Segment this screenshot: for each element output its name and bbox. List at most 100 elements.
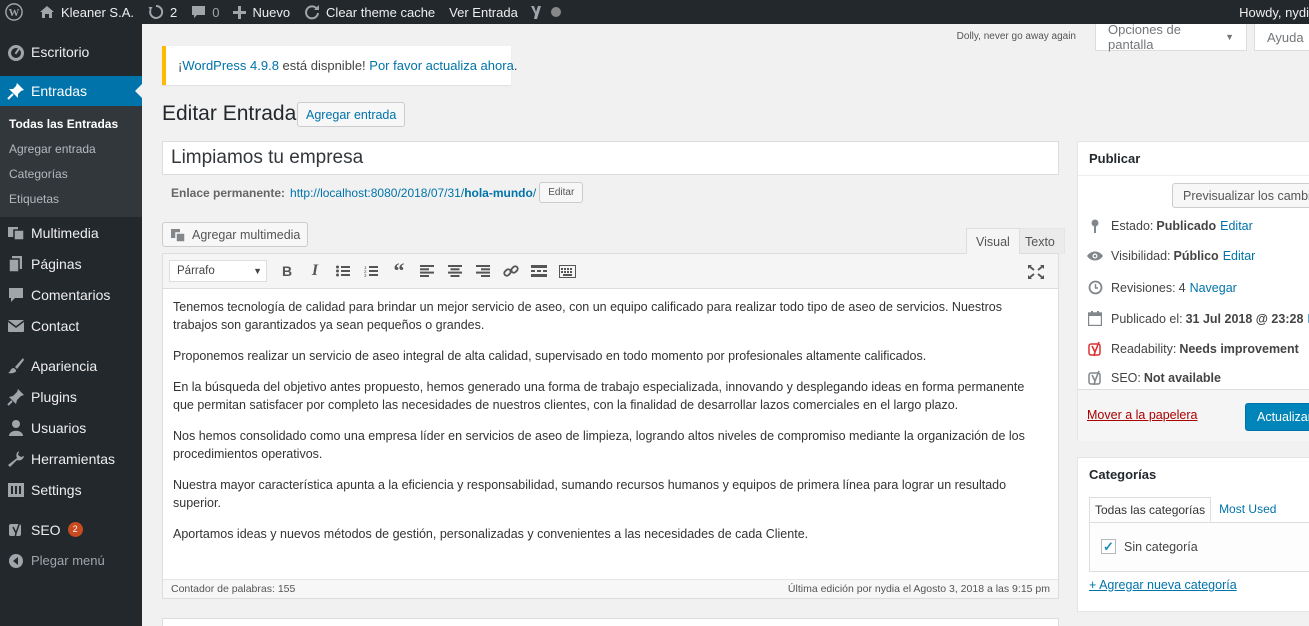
align-right-icon <box>476 265 490 277</box>
admin-bar: W Kleaner S.A. 2 0 Nuevo Clear theme cac… <box>0 0 1309 24</box>
new-content-link[interactable]: Nuevo <box>226 0 297 24</box>
wordpress-version-link[interactable]: WordPress 4.9.8 <box>182 58 279 73</box>
insert-link-button[interactable] <box>497 257 525 285</box>
edit-visibility-link[interactable]: Editar <box>1223 249 1256 263</box>
content-paragraph: Tenemos tecnología de calidad para brind… <box>173 300 1002 332</box>
wordpress-logo-button[interactable]: W <box>0 0 32 24</box>
update-now-link[interactable]: Por favor actualiza ahora <box>369 58 514 73</box>
mail-icon <box>6 316 26 336</box>
content-paragraph: Nos hemos consolidado como una empresa l… <box>173 429 1025 461</box>
preview-changes-button[interactable]: Previsualizar los cambios <box>1172 183 1309 208</box>
bullet-list-button[interactable] <box>329 257 357 285</box>
sidebar-item-seo[interactable]: SEO 2 <box>0 514 142 545</box>
page-icon <box>6 254 26 274</box>
clear-cache-link[interactable]: Clear theme cache <box>297 0 442 24</box>
sidebar-item-settings[interactable]: Settings <box>0 474 142 505</box>
blockquote-button[interactable]: “ <box>385 257 413 285</box>
submenu-tags[interactable]: Etiquetas <box>0 187 142 212</box>
tab-most-used[interactable]: Most Used <box>1211 497 1281 522</box>
published-label: Publicado el: <box>1111 311 1183 326</box>
permalink-link[interactable]: http://localhost:8080/2018/07/31/hola-mu… <box>290 186 536 200</box>
screen-options-label: Opciones de pantalla <box>1108 22 1181 52</box>
sidebar-item-contact[interactable]: Contact <box>0 310 142 341</box>
svg-text:3: 3 <box>364 273 367 277</box>
hello-dolly-lyric: Dolly, never go away again <box>956 31 1076 42</box>
category-name: Sin categoría <box>1124 539 1198 554</box>
collapse-menu-button[interactable]: Plegar menú <box>0 545 142 576</box>
align-center-button[interactable] <box>441 257 469 285</box>
submenu-add-post[interactable]: Agregar entrada <box>0 137 142 162</box>
sidebar-item-comments[interactable]: Comentarios <box>0 279 142 310</box>
toolbar-toggle-button[interactable] <box>553 257 581 285</box>
tab-visual[interactable]: Visual <box>966 228 1020 254</box>
sidebar-item-label: Comentarios <box>31 286 111 303</box>
help-label: Ayuda <box>1267 29 1304 45</box>
permalink-row: Enlace permanente: http://localhost:8080… <box>171 182 584 203</box>
sidebar-item-label: Páginas <box>31 255 82 272</box>
browse-revisions-link[interactable]: Navegar <box>1190 281 1237 295</box>
calendar-icon <box>1086 311 1104 326</box>
read-more-button[interactable] <box>525 257 553 285</box>
move-to-trash-link[interactable]: Mover a la papelera <box>1087 408 1197 422</box>
seo-score-indicator[interactable] <box>547 0 565 24</box>
add-media-button[interactable]: Agregar multimedia <box>162 222 309 247</box>
seo-row: SEO: Not available <box>1086 370 1221 386</box>
readability-row: Readability: Needs improvement <box>1086 341 1299 357</box>
edit-permalink-button[interactable]: Editar <box>539 182 584 203</box>
help-button[interactable]: Ayuda ▼ <box>1254 24 1309 51</box>
post-title-input[interactable]: Limpiamos tu empresa <box>162 141 1059 175</box>
sidebar-item-pages[interactable]: Páginas <box>0 248 142 279</box>
tab-text[interactable]: Texto <box>1015 228 1065 254</box>
distraction-free-button[interactable] <box>1022 258 1050 286</box>
add-new-category-link[interactable]: + Agregar nueva categoría <box>1089 578 1237 592</box>
editor-content[interactable]: Tenemos tecnología de calidad para brind… <box>163 289 1058 543</box>
yoast-icon <box>6 520 26 540</box>
sidebar-item-tools[interactable]: Herramientas <box>0 443 142 474</box>
align-center-icon <box>448 265 462 277</box>
sidebar-item-appearance[interactable]: Apariencia <box>0 350 142 381</box>
update-button[interactable]: Actualizar <box>1245 403 1309 431</box>
align-right-button[interactable] <box>469 257 497 285</box>
publish-actions: Mover a la papelera Actualizar <box>1078 389 1309 441</box>
add-new-post-button[interactable]: Agregar entrada <box>297 102 406 127</box>
sidebar-item-dashboard[interactable]: Escritorio <box>0 36 142 67</box>
sidebar-item-label: Settings <box>31 481 82 498</box>
yoast-menu[interactable] <box>525 0 547 24</box>
seo-notification-badge: 2 <box>67 522 83 537</box>
settings-icon <box>6 480 26 500</box>
category-checkbox[interactable]: ✓ <box>1101 539 1116 554</box>
post-editor: Párrafo ▼ B I 123 “ Tenemos tecnología d… <box>162 253 1059 599</box>
submenu-all-posts[interactable]: Todas las Entradas <box>0 112 142 137</box>
sidebar-item-media[interactable]: Multimedia <box>0 217 142 248</box>
comment-icon <box>6 285 26 305</box>
screen-options-button[interactable]: Opciones de pantalla ▼ <box>1095 22 1247 52</box>
comments-link[interactable]: 0 <box>184 0 226 24</box>
publish-box: Publicar Previsualizar los cambios Estad… <box>1077 141 1309 441</box>
user-account-menu[interactable]: Howdy, nydi <box>1232 0 1309 24</box>
sidebar-item-users[interactable]: Usuarios <box>0 412 142 443</box>
permalink-base: http://localhost:8080/2018/07/31/ <box>290 185 465 200</box>
category-item[interactable]: ✓ Sin categoría <box>1101 539 1198 554</box>
format-select[interactable]: Párrafo ▼ <box>169 260 267 282</box>
media-icon <box>170 227 186 243</box>
submenu-categories[interactable]: Categorías <box>0 162 142 187</box>
edit-status-link[interactable]: Editar <box>1220 219 1253 233</box>
site-name-link[interactable]: Kleaner S.A. <box>32 0 141 24</box>
svg-text:W: W <box>9 7 20 19</box>
history-icon <box>1086 280 1104 295</box>
numbered-list-button[interactable]: 123 <box>357 257 385 285</box>
align-left-button[interactable] <box>413 257 441 285</box>
updates-link[interactable]: 2 <box>141 0 184 24</box>
eye-icon <box>1086 251 1104 261</box>
clear-cache-label: Clear theme cache <box>326 4 436 20</box>
page-title: Editar Entrada <box>162 102 297 125</box>
bold-icon: B <box>281 263 293 279</box>
tab-all-categories[interactable]: Todas las categorías <box>1089 497 1212 522</box>
bold-button[interactable]: B <box>273 257 301 285</box>
sidebar-item-posts[interactable]: Entradas <box>0 76 142 106</box>
italic-button[interactable]: I <box>301 257 329 285</box>
content-paragraph: Aportamos ideas y nuevos métodos de gest… <box>173 527 809 541</box>
sidebar-item-plugins[interactable]: Plugins <box>0 381 142 412</box>
tab-text-label: Texto <box>1025 234 1055 249</box>
view-post-link[interactable]: Ver Entrada <box>442 0 525 24</box>
